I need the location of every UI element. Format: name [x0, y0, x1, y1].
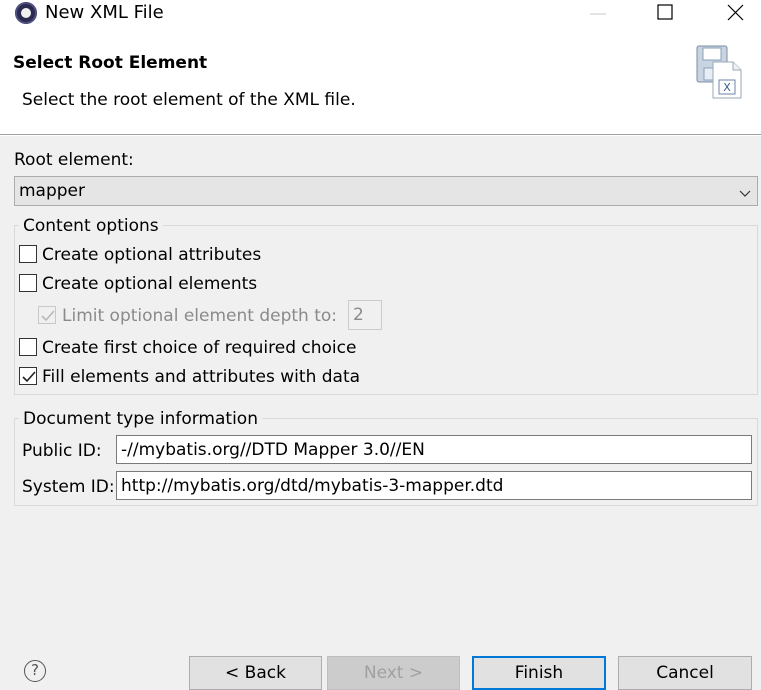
root-element-select[interactable]: mapper [14, 176, 758, 206]
create-optional-attributes-label[interactable]: Create optional attributes [42, 244, 261, 266]
cancel-button[interactable]: Cancel [618, 656, 752, 690]
depth-value: 2 [353, 305, 364, 325]
checkmark-icon [22, 371, 36, 383]
next-button[interactable]: Next > [327, 656, 460, 690]
chevron-down-icon [739, 185, 751, 197]
finish-button[interactable]: Finish [472, 656, 606, 690]
window-title: New XML File [45, 2, 164, 23]
depth-stepper[interactable]: 2 [348, 300, 382, 330]
create-optional-elements-label[interactable]: Create optional elements [42, 273, 257, 295]
fill-elements-checkbox[interactable] [19, 367, 37, 385]
public-id-field[interactable]: -//mybatis.org//DTD Mapper 3.0//EN [116, 435, 752, 464]
root-element-value: mapper [19, 181, 86, 201]
limit-depth-checkbox[interactable] [38, 306, 56, 324]
close-button[interactable] [712, 0, 758, 30]
back-button[interactable]: < Back [189, 656, 322, 690]
svg-text:X: X [723, 81, 731, 94]
create-first-choice-checkbox[interactable] [19, 338, 37, 356]
page-title: Select Root Element [13, 53, 208, 73]
create-first-choice-label[interactable]: Create first choice of required choice [42, 337, 356, 359]
fill-elements-label[interactable]: Fill elements and attributes with data [42, 366, 360, 388]
public-id-label: Public ID: [22, 441, 102, 461]
content-options-legend: Content options [19, 215, 163, 237]
help-icon[interactable]: ? [24, 660, 46, 682]
public-id-value: -//mybatis.org//DTD Mapper 3.0//EN [121, 440, 425, 460]
maximize-button[interactable] [641, 0, 687, 30]
title-bar[interactable]: New XML File [0, 0, 761, 30]
page-description: Select the root element of the XML file. [22, 90, 356, 110]
limit-depth-label[interactable]: Limit optional element depth to: [62, 305, 337, 327]
create-optional-elements-checkbox[interactable] [19, 274, 37, 292]
system-id-value: http://mybatis.org/dtd/mybatis-3-mapper.… [121, 476, 504, 496]
eclipse-app-icon [15, 2, 37, 24]
minimize-button[interactable] [575, 0, 621, 30]
wizard-banner [0, 30, 761, 134]
document-type-legend: Document type information [19, 408, 262, 430]
banner-separator-highlight [0, 135, 761, 136]
create-optional-attributes-checkbox[interactable] [19, 245, 37, 263]
checkmark-icon [41, 310, 55, 322]
root-element-label: Root element: [14, 150, 134, 170]
system-id-field[interactable]: http://mybatis.org/dtd/mybatis-3-mapper.… [116, 471, 752, 500]
xml-file-wizard-icon: X [695, 44, 743, 100]
system-id-label: System ID: [22, 477, 115, 497]
